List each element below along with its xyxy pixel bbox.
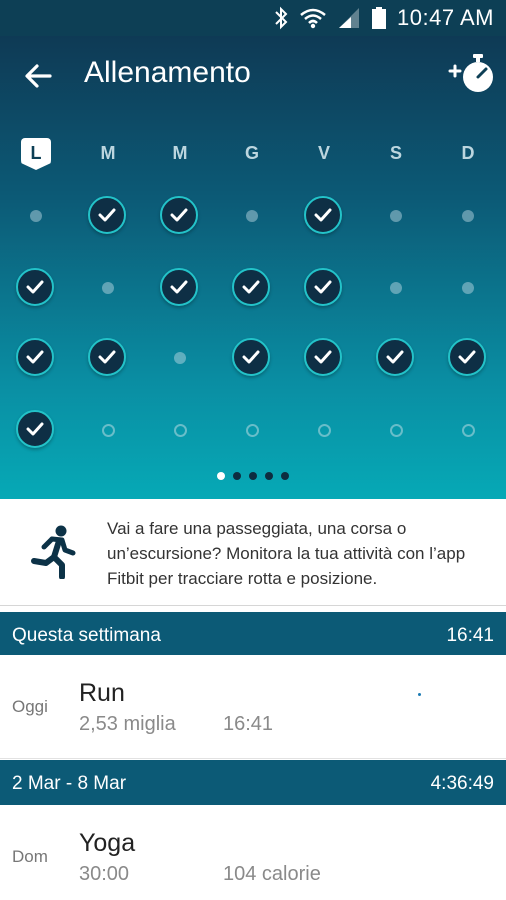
runner-icon: [31, 525, 76, 579]
empty-day-dot: [30, 210, 42, 222]
check-icon: [160, 196, 198, 234]
empty-day-dot: [390, 210, 402, 222]
activity-calendar-grid: [0, 0, 506, 500]
calendar-day-dot: [376, 196, 416, 236]
empty-day-dot: [102, 282, 114, 294]
calendar-day-check[interactable]: [88, 196, 128, 236]
future-day-ring: [461, 423, 475, 437]
calendar-day-check[interactable]: [448, 338, 488, 378]
calendar-day-dot: [160, 338, 200, 378]
calendar-day-future: [304, 410, 344, 450]
calendar-day-dot: [232, 196, 272, 236]
exercise-name: Yoga: [79, 829, 136, 857]
check-icon: [16, 338, 54, 376]
exercise-day: Oggi: [12, 697, 48, 716]
exercise-name: Run: [79, 679, 125, 707]
check-icon: [304, 196, 342, 234]
calendar-day-future: [160, 410, 200, 450]
check-icon: [88, 196, 126, 234]
section-header-this-week: Questa settimana 16:41: [0, 612, 506, 660]
section-title: Questa settimana: [12, 625, 161, 646]
calendar-day-dot: [448, 196, 488, 236]
exercise-duration: 16:41: [223, 713, 274, 735]
calendar-day-check[interactable]: [160, 196, 200, 236]
empty-day-dot: [174, 352, 186, 364]
map-marker-dot: [418, 693, 421, 696]
check-icon: [88, 338, 126, 376]
calendar-day-check[interactable]: [304, 268, 344, 308]
exercise-distance: 2,53 miglia: [79, 713, 176, 735]
exercise-row-run[interactable]: Oggi Run 2,53 miglia 16:41: [0, 655, 506, 759]
page-dot[interactable]: [249, 472, 257, 480]
promo-text: Vai a fare una passeggiata, una corsa o …: [107, 519, 466, 588]
exercise-duration: 30:00: [79, 863, 130, 885]
gps-promo-card[interactable]: Vai a fare una passeggiata, una corsa o …: [0, 499, 506, 606]
future-day-ring: [389, 423, 403, 437]
calendar-day-check[interactable]: [232, 338, 272, 378]
calendar-day-check[interactable]: [304, 338, 344, 378]
calendar-day-future: [88, 410, 128, 450]
calendar-day-check[interactable]: [16, 338, 56, 378]
check-icon: [16, 410, 54, 448]
future-day-ring: [173, 423, 187, 437]
empty-day-dot: [390, 282, 402, 294]
calendar-day-dot: [88, 268, 128, 308]
future-day-ring: [245, 423, 259, 437]
calendar-day-check[interactable]: [16, 410, 56, 450]
section-title: 2 Mar - 8 Mar: [12, 773, 127, 794]
section-header-past-week: 2 Mar - 8 Mar 4:36:49: [0, 760, 506, 808]
check-icon: [160, 268, 198, 306]
check-icon: [232, 338, 270, 376]
calendar-day-dot: [448, 268, 488, 308]
calendar-day-dot: [376, 268, 416, 308]
calendar-day-check[interactable]: [160, 268, 200, 308]
empty-day-dot: [246, 210, 258, 222]
page-dot[interactable]: [217, 472, 225, 480]
calendar-day-dot: [16, 196, 56, 236]
calendar-day-check[interactable]: [376, 338, 416, 378]
empty-day-dot: [462, 282, 474, 294]
check-icon: [16, 268, 54, 306]
calendar-day-future: [448, 410, 488, 450]
calendar-day-future: [232, 410, 272, 450]
check-icon: [376, 338, 414, 376]
calendar-day-check[interactable]: [16, 268, 56, 308]
page-dot[interactable]: [265, 472, 273, 480]
future-day-ring: [101, 423, 115, 437]
check-icon: [232, 268, 270, 306]
check-icon: [448, 338, 486, 376]
check-icon: [304, 268, 342, 306]
exercise-calories: 104 calorie: [223, 863, 321, 885]
calendar-day-future: [376, 410, 416, 450]
page-dot[interactable]: [233, 472, 241, 480]
section-total: 16:41: [446, 625, 494, 646]
section-total: 4:36:49: [430, 773, 494, 794]
check-icon: [304, 338, 342, 376]
exercise-row-yoga[interactable]: Dom Yoga 30:00 104 calorie: [0, 805, 506, 900]
exercise-day: Dom: [12, 847, 48, 866]
calendar-day-check[interactable]: [88, 338, 128, 378]
future-day-ring: [317, 423, 331, 437]
page-dot[interactable]: [281, 472, 289, 480]
empty-day-dot: [462, 210, 474, 222]
calendar-day-check[interactable]: [304, 196, 344, 236]
calendar-day-check[interactable]: [232, 268, 272, 308]
page-indicator: [0, 472, 506, 484]
